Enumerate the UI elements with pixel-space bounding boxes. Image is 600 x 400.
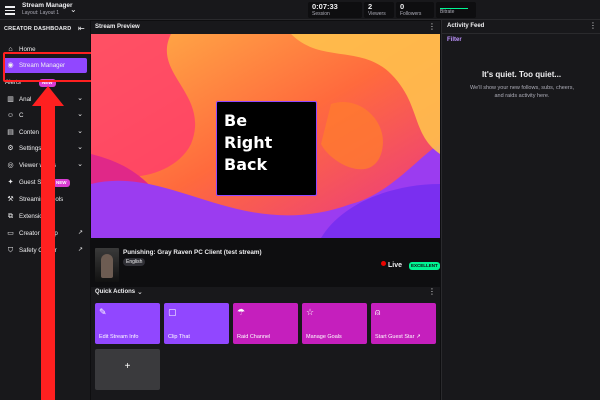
filter-button[interactable]: Filter bbox=[447, 37, 462, 43]
chevron-down-icon[interactable]: ⌄ bbox=[70, 5, 77, 14]
layout-switcher[interactable]: Stream Manager Layout: Layout 1 bbox=[22, 2, 73, 17]
layout-label: Layout: Layout 1 bbox=[22, 10, 59, 16]
add-quick-action-button[interactable]: + bbox=[95, 349, 160, 390]
chart-icon: ▥ bbox=[7, 96, 14, 103]
quick-actions-header: Quick Actions ⌄ ⋮ bbox=[91, 287, 440, 299]
more-options-icon[interactable]: ⋮ bbox=[428, 287, 436, 296]
top-bar: Stream Manager Layout: Layout 1 ⌄ 0:07:3… bbox=[0, 0, 600, 20]
stat-value: 0:07:33 bbox=[312, 2, 338, 11]
empty-state-title: It's quiet. Too quiet... bbox=[481, 70, 562, 79]
star-icon: ☆ bbox=[306, 307, 315, 317]
edit-stream-info-button[interactable]: ✎ Edit Stream Info bbox=[95, 303, 160, 344]
annotation-highlight-box bbox=[3, 52, 97, 82]
external-link-icon: ↗ bbox=[77, 230, 83, 236]
game-thumbnail bbox=[95, 248, 119, 282]
activity-feed-panel: Activity Feed ⋮ Filter It's quiet. Too q… bbox=[441, 20, 600, 400]
stat-label: Viewers bbox=[368, 11, 386, 17]
tile-label: Manage Goals bbox=[306, 334, 342, 340]
add-person-icon: ⍝ bbox=[375, 307, 381, 317]
stream-info-bar: Punishing: Gray Raven PC Client (test st… bbox=[91, 244, 440, 286]
community-icon: ☺ bbox=[6, 112, 15, 119]
stat-label: Bitrate bbox=[440, 9, 455, 15]
quick-actions-panel: ✎ Edit Stream Info ▢ Clip That ☂ Raid Ch… bbox=[91, 299, 440, 400]
more-options-icon[interactable]: ⋮ bbox=[428, 22, 436, 31]
raid-icon: ☂ bbox=[237, 307, 246, 317]
puzzle-icon: ⧉ bbox=[8, 213, 13, 220]
chevron-down-icon: ⌄ bbox=[77, 128, 83, 135]
stat-session: 0:07:33 Session bbox=[308, 2, 362, 18]
stat-value: 0 bbox=[400, 2, 405, 11]
external-link-icon: ↗ bbox=[77, 247, 83, 253]
stream-preview[interactable]: Be Right Back bbox=[91, 34, 440, 238]
live-label: Live bbox=[388, 262, 403, 269]
plus-icon: + bbox=[124, 361, 131, 372]
tile-label: Start Guest Star ↗ bbox=[375, 334, 421, 340]
stat-label: Followers bbox=[400, 11, 422, 17]
content-icon: ▤ bbox=[7, 129, 14, 136]
chevron-down-icon: ⌄ bbox=[77, 161, 83, 168]
stat-label: Session bbox=[312, 11, 330, 17]
start-guest-star-button[interactable]: ⍝ Start Guest Star ↗ bbox=[371, 303, 436, 344]
clip-that-button[interactable]: ▢ Clip That bbox=[164, 303, 229, 344]
shield-icon: ⛉ bbox=[7, 247, 14, 254]
overlay-line: Right bbox=[224, 133, 273, 152]
gear-icon: ⚙ bbox=[7, 145, 14, 152]
chevron-down-icon: ⌄ bbox=[77, 95, 83, 102]
chevron-down-icon[interactable]: ⌄ bbox=[137, 288, 143, 296]
stream-preview-header: Stream Preview ⋮ bbox=[91, 21, 440, 34]
more-options-icon[interactable]: ⋮ bbox=[589, 21, 597, 30]
rewards-icon: ◎ bbox=[7, 162, 14, 169]
tile-label: Edit Stream Info bbox=[99, 334, 139, 340]
overlay-line: Be bbox=[224, 111, 248, 130]
tile-label: Raid Channel bbox=[237, 334, 271, 340]
clip-icon: ▢ bbox=[168, 307, 177, 317]
overlay-line: Back bbox=[224, 155, 268, 174]
stat-viewers: 2 Viewers bbox=[364, 2, 394, 18]
guest-star-icon: ✦ bbox=[7, 179, 14, 186]
menu-icon[interactable] bbox=[4, 4, 16, 16]
chevron-down-icon: ⌄ bbox=[77, 144, 83, 151]
panel-title: Activity Feed bbox=[447, 23, 485, 29]
stat-bitrate: Bitrate bbox=[436, 2, 476, 18]
collapse-sidebar-icon[interactable]: ⇤ bbox=[78, 24, 85, 33]
stat-value: 2 bbox=[368, 2, 373, 11]
pencil-icon: ✎ bbox=[99, 307, 107, 317]
raid-channel-button[interactable]: ☂ Raid Channel bbox=[233, 303, 298, 344]
manage-goals-button[interactable]: ☆ Manage Goals bbox=[302, 303, 367, 344]
sidebar-item-label: C bbox=[19, 112, 24, 119]
stat-followers: 0 Followers bbox=[396, 2, 434, 18]
tools-icon: ⚒ bbox=[7, 196, 14, 203]
empty-state-text: We'll show your new follows, subs, cheer… bbox=[470, 85, 574, 99]
panel-title: Quick Actions bbox=[95, 289, 136, 295]
panel-title: Stream Preview bbox=[95, 24, 140, 30]
app-title: Stream Manager bbox=[22, 2, 73, 9]
sidebar-heading: CREATOR DASHBOARD bbox=[4, 26, 72, 32]
annotation-arrow-icon bbox=[32, 86, 64, 400]
live-indicator: Live bbox=[381, 261, 402, 269]
language-tag[interactable]: English bbox=[123, 258, 146, 266]
activity-feed-header: Activity Feed ⋮ bbox=[442, 20, 600, 34]
stream-title[interactable]: Punishing: Gray Raven PC Client (test st… bbox=[123, 249, 262, 256]
tile-label: Clip That bbox=[168, 334, 190, 340]
live-dot-icon bbox=[381, 261, 386, 266]
stream-health-badge: EXCELLENT bbox=[409, 262, 440, 270]
chevron-down-icon: ⌄ bbox=[77, 111, 83, 118]
camp-icon: ▭ bbox=[7, 230, 14, 237]
be-right-back-overlay: Be Right Back bbox=[216, 101, 317, 196]
